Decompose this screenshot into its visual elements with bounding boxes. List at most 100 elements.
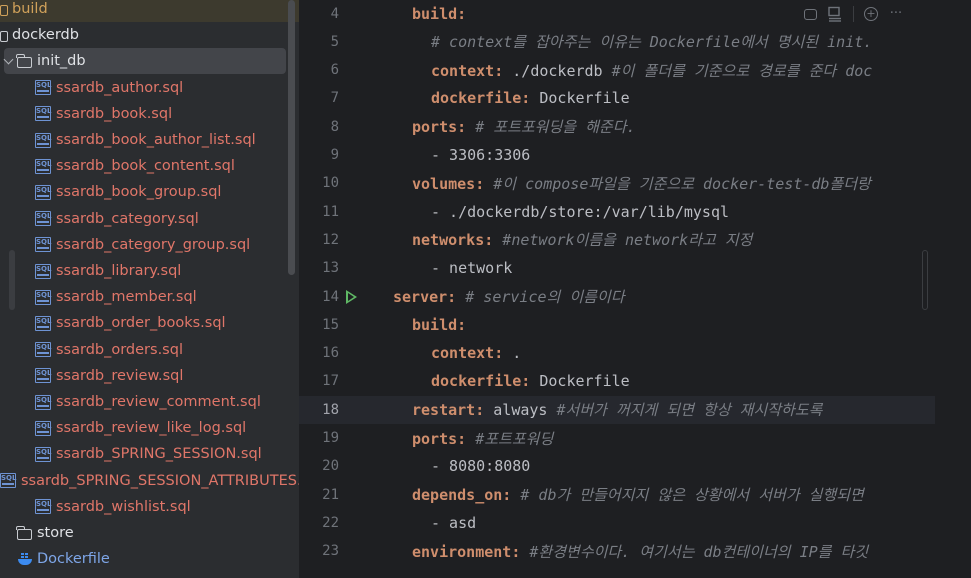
list-icon[interactable]	[827, 6, 843, 22]
line-number: 5	[299, 34, 339, 50]
sql-file-icon: SQL	[35, 421, 51, 436]
tree-item-ssardb-spring-session-attributes-sql[interactable]: SQLssardb_SPRING_SESSION_ATTRIBUTES.sql	[0, 468, 299, 494]
code-line[interactable]: 16 context: .	[299, 339, 935, 367]
code-text: ports: #포트포워딩	[412, 428, 553, 449]
tree-item-label: ssardb_review.sql	[56, 368, 183, 384]
code-line[interactable]: 5# context를 잡아주는 이유는 Dockerfile에서 명시된 in…	[299, 28, 935, 56]
code-line[interactable]: 21 depends_on: # db가 만들어지지 않은 상황에서 서버가 실행…	[299, 481, 935, 509]
chevron-down-icon[interactable]	[4, 54, 14, 64]
code-editor[interactable]: 4 build: 5# context를 잡아주는 이유는 Dockerfile에서…	[299, 0, 971, 578]
editor-scrollbar[interactable]	[922, 250, 928, 310]
tree-item-ssardb-book-sql[interactable]: SQLssardb_book.sql	[0, 101, 299, 127]
yaml-key: depends_on:	[412, 486, 511, 504]
tree-item-init-db[interactable]: init_db	[4, 48, 286, 74]
yaml-value: - 8080:8080	[431, 457, 530, 475]
yaml-value: - network	[431, 259, 512, 277]
yaml-key: restart:	[412, 401, 484, 419]
tree-item-build[interactable]: build	[0, 0, 299, 22]
run-gutter-icon[interactable]	[346, 290, 357, 304]
tree-item-ssardb-library-sql[interactable]: SQLssardb_library.sql	[0, 258, 299, 284]
tree-item-ssardb-category-group-sql[interactable]: SQLssardb_category_group.sql	[0, 232, 299, 258]
code-line[interactable]: 13- network	[299, 254, 935, 282]
tree-item-label: ssardb_author.sql	[56, 80, 183, 96]
folder-icon	[0, 31, 8, 42]
yaml-key: build:	[412, 316, 466, 334]
tree-item-ssardb-review-like-log-sql[interactable]: SQLssardb_review_like_log.sql	[0, 415, 299, 441]
yaml-key: ports:	[412, 118, 466, 136]
line-number: 12	[299, 232, 339, 248]
tree-item-ssardb-orders-sql[interactable]: SQLssardb_orders.sql	[0, 337, 299, 363]
line-number: 14	[299, 289, 339, 305]
sql-file-icon: SQL	[35, 237, 51, 252]
tree-item-dockerfile[interactable]: Dockerfile	[0, 546, 299, 572]
tree-item-label: ssardb_member.sql	[56, 289, 197, 305]
docker-icon	[17, 553, 33, 565]
code-text: context: ./dockerdb #이 폴더를 기준으로 경로를 준다 d…	[431, 60, 872, 81]
sql-file-icon: SQL	[35, 211, 51, 226]
line-number: 7	[299, 90, 339, 106]
tree-item-ssardb-book-author-list-sql[interactable]: SQLssardb_book_author_list.sql	[0, 127, 299, 153]
line-number: 4	[299, 6, 339, 22]
code-line[interactable]: 9- 3306:3306	[299, 141, 935, 169]
code-text: depends_on: # db가 만들어지지 않은 상황에서 서버가 실행되면	[412, 484, 864, 505]
code-line[interactable]: 8 ports: # 포트포워딩을 해준다.	[299, 113, 935, 141]
tree-scrollbar[interactable]	[288, 0, 295, 275]
tree-item-ssardb-book-content-sql[interactable]: SQLssardb_book_content.sql	[0, 153, 299, 179]
code-text: networks: #network이름을 network라고 지정	[412, 229, 752, 250]
code-line[interactable]: 23environment: #환경변수이다. 여기서는 db컨테이너의 IP를…	[299, 537, 935, 565]
code-text: build:	[412, 316, 466, 334]
code-text: ports: # 포트포워딩을 해준다.	[412, 116, 636, 137]
comment-icon[interactable]	[804, 9, 817, 20]
editor-right-gutter	[935, 0, 971, 578]
project-tree: build dockerdbinit_db SQL ssardb_author.sql…	[0, 0, 299, 578]
tree-item-ssardb-author-sql[interactable]: SQL ssardb_author.sql	[0, 75, 299, 101]
tree-horizontal-scroll-indicator[interactable]	[9, 250, 15, 310]
code-line[interactable]: 7 dockerfile: Dockerfile	[299, 84, 935, 112]
tree-item-ssardb-category-sql[interactable]: SQLssardb_category.sql	[0, 206, 299, 232]
toolbar-separator	[853, 6, 854, 22]
code-line[interactable]: 14server: # service의 이름이다	[299, 283, 935, 311]
code-text: - ./dockerdb/store:/var/lib/mysql	[431, 203, 729, 221]
line-number: 8	[299, 119, 339, 135]
tree-item-label: ssardb_SPRING_SESSION_ATTRIBUTES.sql	[21, 473, 299, 489]
tree-item-label: ssardb_wishlist.sql	[56, 499, 191, 515]
code-text: dockerfile: Dockerfile	[431, 372, 630, 390]
line-number: 20	[299, 458, 339, 474]
tree-item-dockerdb[interactable]: dockerdb	[0, 22, 299, 48]
code-line[interactable]: 6context: ./dockerdb #이 폴더를 기준으로 경로를 준다 …	[299, 56, 935, 84]
code-line[interactable]: 19 ports: #포트포워딩	[299, 424, 935, 452]
tree-item-ssardb-review-sql[interactable]: SQLssardb_review.sql	[0, 363, 299, 389]
tree-item-ssardb-review-comment-sql[interactable]: SQLssardb_review_comment.sql	[0, 389, 299, 415]
code-text: dockerfile: Dockerfile	[431, 89, 630, 107]
code-line[interactable]: 18restart: always #서버가 꺼지게 되면 항상 재시작하도록	[299, 396, 935, 424]
code-line[interactable]: 22- asd	[299, 509, 935, 537]
code-text: context: .	[431, 344, 521, 362]
line-number: 15	[299, 317, 339, 333]
tree-item-store[interactable]: store	[0, 520, 299, 546]
yaml-value: Dockerfile	[530, 372, 629, 390]
line-number: 21	[299, 487, 339, 503]
code-line[interactable]: 20 - 8080:8080	[299, 452, 935, 480]
code-line[interactable]: 15 build:	[299, 311, 935, 339]
line-number: 16	[299, 345, 339, 361]
yaml-value: - ./dockerdb/store:/var/lib/mysql	[431, 203, 729, 221]
yaml-key: networks:	[412, 231, 493, 249]
tree-item-ssardb-book-group-sql[interactable]: SQLssardb_book_group.sql	[0, 179, 299, 205]
more-icon[interactable]: ···	[888, 6, 904, 22]
sql-file-icon: SQL	[35, 80, 51, 95]
code-line[interactable]: 10volumes: #이 compose파일을 기준으로 docker-tes…	[299, 169, 935, 197]
tree-item-label: ssardb_book_author_list.sql	[56, 132, 256, 148]
code-line[interactable]: 17dockerfile: Dockerfile	[299, 367, 935, 395]
line-number: 19	[299, 430, 339, 446]
tree-item-label: build	[12, 1, 48, 17]
tree-item-ssardb-wishlist-sql[interactable]: SQLssardb_wishlist.sql	[0, 494, 299, 520]
yaml-comment: #이 폴더를 기준으로 경로를 준다 doc	[612, 62, 873, 80]
tree-item-label: ssardb_library.sql	[56, 263, 181, 279]
tree-item-ssardb-member-sql[interactable]: SQL ssardb_member.sql	[0, 284, 299, 310]
sql-file-icon: SQL	[35, 290, 51, 305]
code-line[interactable]: 12 networks: #network이름을 network라고 지정	[299, 226, 935, 254]
tree-item-ssardb-order-books-sql[interactable]: SQLssardb_order_books.sql	[0, 310, 299, 336]
add-circle-icon[interactable]: +	[864, 7, 878, 21]
tree-item-ssardb-spring-session-sql[interactable]: SQLssardb_SPRING_SESSION.sql	[0, 441, 299, 467]
code-line[interactable]: 11- ./dockerdb/store:/var/lib/mysql	[299, 198, 935, 226]
